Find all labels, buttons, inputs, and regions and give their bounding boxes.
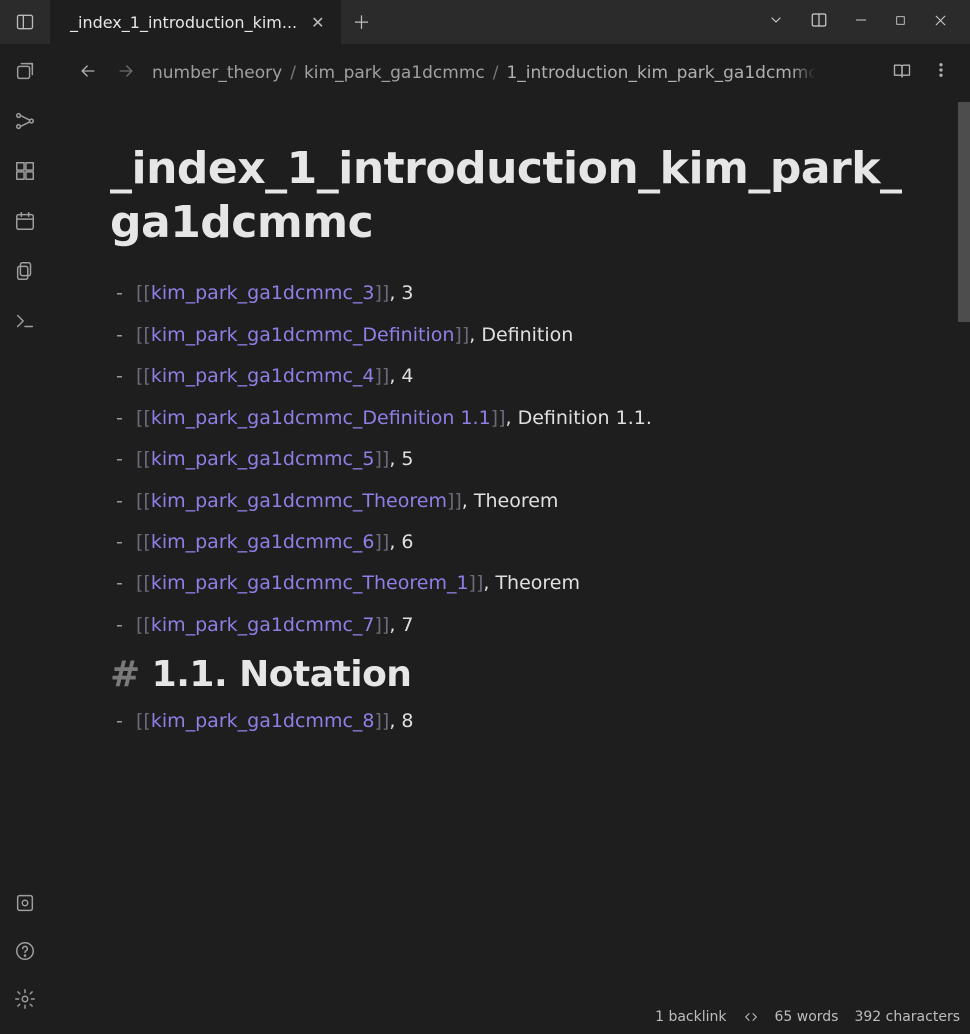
list-item: [[kim_park_ga1dcmmc_Definition 1.1]], De… [110,404,920,433]
tab-active[interactable]: _index_1_introduction_kim... ✕ [50,0,342,44]
index-list: [[kim_park_ga1dcmmc_8]], 8 [110,707,920,736]
split-editor-icon[interactable] [810,11,828,33]
list-item: [[kim_park_ga1dcmmc_Theorem_1]], Theorem [110,569,920,598]
list-suffix: , 5 [389,448,413,470]
list-suffix: , 8 [389,710,413,732]
list-suffix: , Definition [469,324,573,346]
wiki-link[interactable]: kim_park_ga1dcmmc_8 [151,710,375,732]
status-backlinks[interactable]: 1 backlink [655,1009,726,1025]
wiki-link[interactable]: kim_park_ga1dcmmc_Theorem_1 [151,572,469,594]
list-suffix: , 4 [389,365,413,387]
canvas-icon[interactable] [14,160,36,186]
index-list: [[kim_park_ga1dcmmc_3]], 3 [[kim_park_ga1… [110,279,920,640]
list-suffix: , 6 [389,531,413,553]
wiki-link[interactable]: kim_park_ga1dcmmc_4 [151,365,375,387]
breadcrumb-sep: / [290,63,296,83]
reading-mode-icon[interactable] [892,61,912,86]
daily-note-icon[interactable] [14,210,36,236]
titlebar-spacer [382,0,768,44]
breadcrumb-item[interactable]: kim_park_ga1dcmmc [304,63,485,83]
list-suffix: , Definition 1.1. [506,407,652,429]
list-suffix: , 7 [389,614,413,636]
breadcrumb: number_theory / kim_park_ga1dcmmc / 1_in… [152,63,876,83]
more-options-icon[interactable] [932,61,950,86]
wiki-link[interactable]: kim_park_ga1dcmmc_5 [151,448,375,470]
graph-view-icon[interactable] [14,110,36,136]
list-item: [[kim_park_ga1dcmmc_6]], 6 [110,528,920,557]
list-item: [[kim_park_ga1dcmmc_4]], 4 [110,362,920,391]
list-item: [[kim_park_ga1dcmmc_5]], 5 [110,445,920,474]
breadcrumb-sep: / [493,63,499,83]
list-item: [[kim_park_ga1dcmmc_7]], 7 [110,611,920,640]
breadcrumb-item[interactable]: 1_introduction_kim_park_ga1dcmmc [506,63,816,83]
nav-back-button[interactable] [78,61,98,86]
nav-forward-button[interactable] [116,61,136,86]
list-item: [[kim_park_ga1dcmmc_Definition]], Defini… [110,321,920,350]
editor-pane: number_theory / kim_park_ga1dcmmc / 1_in… [50,44,970,1030]
list-suffix: , 3 [389,282,413,304]
wiki-link[interactable]: kim_park_ga1dcmmc_Definition 1.1 [151,407,491,429]
vault-icon[interactable] [14,892,36,918]
status-word-count[interactable]: 65 words [775,1009,839,1025]
chevron-down-icon[interactable] [768,12,784,32]
window-minimize-button[interactable] [854,13,868,31]
list-suffix: , Theorem [462,490,559,512]
wiki-link[interactable]: kim_park_ga1dcmmc_7 [151,614,375,636]
help-icon[interactable] [14,940,36,966]
wiki-link[interactable]: kim_park_ga1dcmmc_Definition [151,324,455,346]
quick-switcher-icon[interactable] [14,60,36,86]
wiki-link[interactable]: kim_park_ga1dcmmc_3 [151,282,375,304]
command-prompt-icon[interactable] [14,310,36,336]
window-maximize-button[interactable] [894,14,907,31]
document-content: _index_1_introduction_kim_park_ga1dcmmc … [50,102,970,1004]
page-title: _index_1_introduction_kim_park_ga1dcmmc [110,142,920,249]
breadcrumb-item[interactable]: number_theory [152,63,282,83]
list-item: [[kim_park_ga1dcmmc_8]], 8 [110,707,920,736]
sidebar-toggle-icon[interactable] [0,0,50,44]
list-suffix: , Theorem [483,572,580,594]
list-item: [[kim_park_ga1dcmmc_3]], 3 [110,279,920,308]
window-close-button[interactable] [933,13,948,32]
new-tab-button[interactable]: ＋ [342,0,382,44]
wiki-link[interactable]: kim_park_ga1dcmmc_Theorem [151,490,447,512]
scrollbar[interactable] [958,102,970,322]
status-source-mode-icon[interactable] [743,1009,759,1025]
section-heading: #1.1. Notation [110,654,920,695]
tab-label: _index_1_introduction_kim... [70,13,297,32]
close-icon[interactable]: ✕ [311,13,324,32]
status-bar: 1 backlink 65 words 392 characters [50,1004,970,1030]
gear-icon[interactable] [14,988,36,1014]
list-item: [[kim_park_ga1dcmmc_Theorem]], Theorem [110,487,920,516]
wiki-link[interactable]: kim_park_ga1dcmmc_6 [151,531,375,553]
status-char-count[interactable]: 392 characters [854,1009,960,1025]
files-icon[interactable] [14,260,36,286]
activity-bar [0,44,50,1030]
